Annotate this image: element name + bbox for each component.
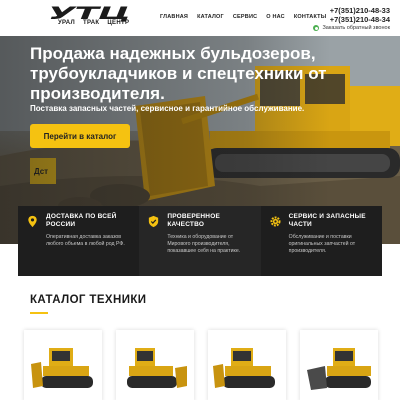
bulldozer-icon <box>127 348 187 388</box>
nav-catalog[interactable]: КАТАЛОГ <box>197 14 224 20</box>
logo[interactable]: УТЦ УРАЛ ТРАК ЦЕНТР <box>48 4 131 30</box>
nav-home[interactable]: ГЛАВНАЯ <box>160 14 188 20</box>
product-list <box>24 330 380 400</box>
phone-1[interactable]: +7(351)210-48-33 <box>313 6 390 15</box>
feature-text: Оперативная доставка заказов любого объе… <box>46 234 125 247</box>
catalog-title: КАТАЛОГ ТЕХНИКИ <box>30 294 147 306</box>
site-header: УТЦ УРАЛ ТРАК ЦЕНТР ГЛАВНАЯ КАТАЛОГ СЕРВ… <box>0 0 400 36</box>
product-card[interactable] <box>116 330 194 400</box>
gear-icon <box>270 216 281 227</box>
callback-label: Заказать обратный звонок <box>322 25 390 31</box>
product-card[interactable] <box>24 330 102 400</box>
feature-text: Обслуживание и поставки оригинальных зап… <box>288 234 356 254</box>
bulldozer-icon <box>31 348 93 388</box>
logo-sub-1: УРАЛ <box>58 20 76 26</box>
catalog-title-underline <box>30 312 48 314</box>
map-pin-icon <box>28 215 37 228</box>
feature-quality: ПРОВЕРЕННОЕ КАЧЕСТВО Техника и оборудова… <box>139 206 261 276</box>
hero-subtitle: Поставка запасных частей, сервисное и га… <box>30 104 305 113</box>
features-strip: ДОСТАВКА ПО ВСЕЙ РОССИИ Оперативная дост… <box>18 206 382 276</box>
feature-delivery: ДОСТАВКА ПО ВСЕЙ РОССИИ Оперативная дост… <box>18 206 140 276</box>
bulldozer-icon <box>307 348 371 390</box>
phones-block: +7(351)210-48-33 +7(351)210-48-34 Заказа… <box>313 6 390 31</box>
shield-check-icon <box>149 215 159 228</box>
logo-sub-2: ТРАК <box>83 20 100 26</box>
product-card[interactable] <box>208 330 286 400</box>
whatsapp-icon <box>313 25 320 31</box>
feature-text: Техника и оборудование от Мирового произ… <box>167 234 241 254</box>
feature-title: ПРОВЕРЕННОЕ КАЧЕСТВО <box>167 213 220 228</box>
hero-title: Продажа надежных бульдозеров, трубоуклад… <box>30 44 327 103</box>
logo-subtitle: УРАЛ ТРАК ЦЕНТР <box>58 20 129 26</box>
feature-title: ДОСТАВКА ПО ВСЕЙ РОССИИ <box>46 213 117 228</box>
bulldozer-icon <box>213 348 275 388</box>
phone-2[interactable]: +7(351)210-48-34 <box>313 15 390 24</box>
nav-about[interactable]: О НАС <box>266 14 285 20</box>
catalog-button[interactable]: Перейти в каталог <box>30 124 130 148</box>
main-nav: ГЛАВНАЯ КАТАЛОГ СЕРВИС О НАС КОНТАКТЫ <box>160 14 326 20</box>
feature-title: СЕРВИС И ЗАПАСНЫЕ ЧАСТИ <box>288 213 366 228</box>
nav-service[interactable]: СЕРВИС <box>233 14 257 20</box>
feature-service: СЕРВИС И ЗАПАСНЫЕ ЧАСТИ Обслуживание и п… <box>260 206 382 276</box>
callback-link[interactable]: Заказать обратный звонок <box>313 25 390 31</box>
logo-sub-3: ЦЕНТР <box>107 20 130 26</box>
product-card[interactable] <box>300 330 378 400</box>
